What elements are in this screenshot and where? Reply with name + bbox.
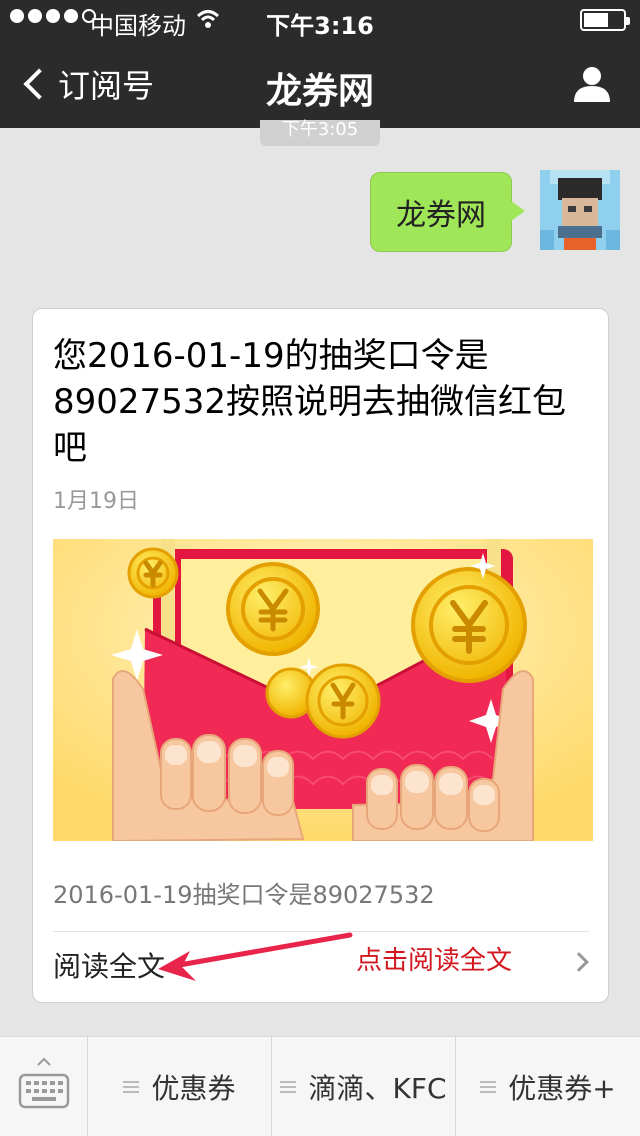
menu-list-icon <box>480 1081 497 1093</box>
menu-list-icon <box>123 1081 140 1093</box>
article-card[interactable]: 您2016-01-19的抽奖口令是89027532按照说明去抽微信红包吧 1月1… <box>32 308 609 1003</box>
bottom-menu-bar: 优惠券 滴滴、KFC 优惠券+ <box>0 1036 640 1136</box>
menu-item-coupons[interactable]: 优惠券 <box>88 1037 272 1136</box>
cover-image <box>53 539 593 841</box>
article-summary: 2016-01-19抽奖口令是89027532 <box>53 881 435 909</box>
menu-item-label: 滴滴、KFC <box>308 1072 447 1105</box>
page-title: 龙券网 <box>265 71 374 112</box>
article-date: 1月19日 <box>53 489 139 514</box>
menu-item-coupons-plus[interactable]: 优惠券+ <box>456 1037 640 1136</box>
annotation-text: 点击阅读全文 <box>356 946 513 976</box>
menu-item-label: 优惠券+ <box>508 1072 616 1105</box>
chevron-right-icon[interactable] <box>569 952 589 972</box>
status-bar: 中国移动 下午3:16 <box>0 0 640 40</box>
article-title: 您2016-01-19的抽奖口令是89027532按照说明去抽微信红包吧 <box>53 336 567 468</box>
sent-message-bubble[interactable]: 龙券网 <box>370 172 525 252</box>
menu-item-didi-kfc[interactable]: 滴滴、KFC <box>272 1037 456 1136</box>
menu-item-label: 优惠券 <box>151 1072 236 1105</box>
status-time: 下午3:16 <box>266 12 374 40</box>
battery-icon <box>580 9 630 31</box>
keyboard-toggle-button[interactable] <box>0 1037 88 1136</box>
person-icon[interactable] <box>572 64 612 104</box>
chat-timestamp: 下午3:05 <box>260 120 380 146</box>
annotation-arrow-icon <box>158 932 353 981</box>
navigation-bar: 订阅号 龙券网 <box>0 40 640 128</box>
menu-list-icon <box>280 1081 297 1093</box>
keyboard-icon <box>18 1057 70 1109</box>
avatar[interactable] <box>540 170 620 250</box>
read-full-article-link[interactable]: 阅读全文 <box>53 945 165 985</box>
